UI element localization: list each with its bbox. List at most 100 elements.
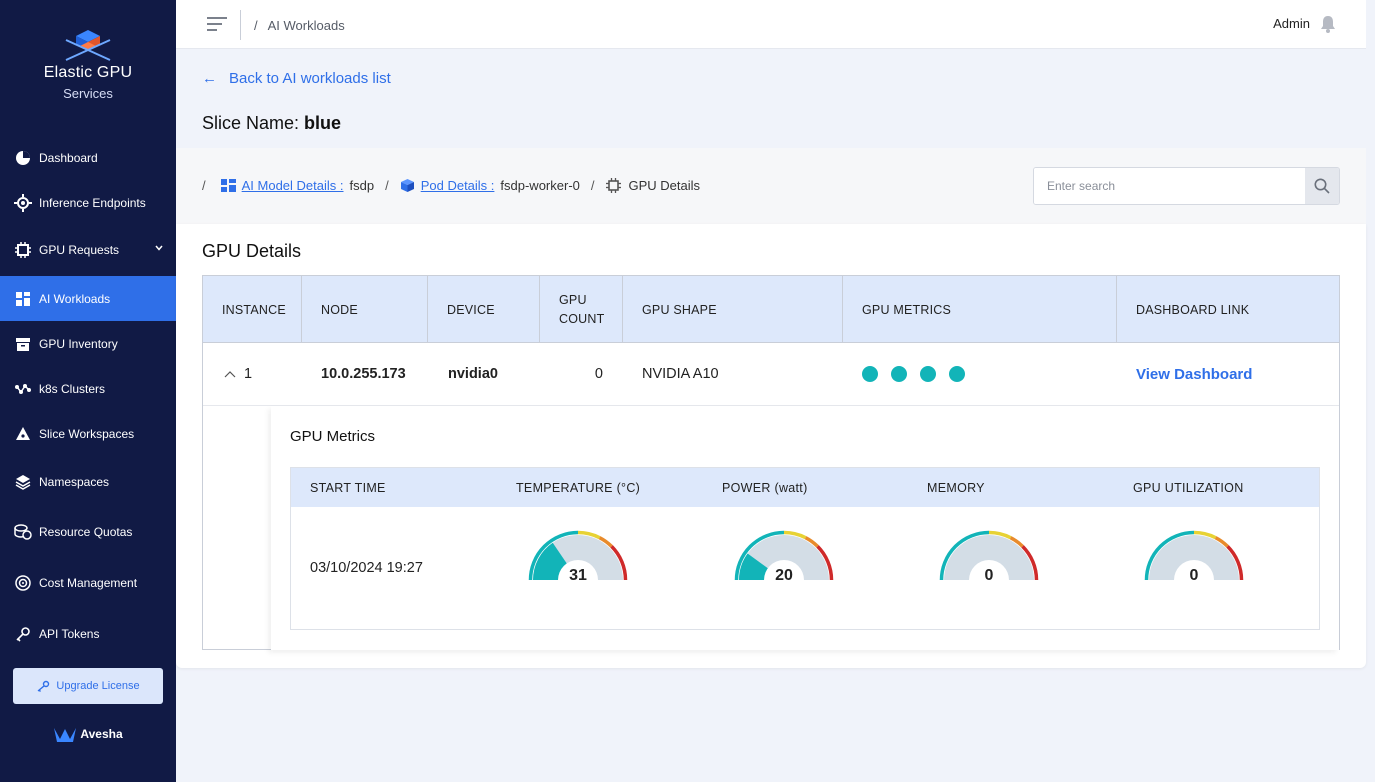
column-header-gpu-metrics: GPU METRICS [843, 276, 1117, 343]
brand: Elastic GPU Services [0, 20, 176, 101]
column-header-node: NODE [302, 276, 428, 343]
search-input[interactable] [1034, 168, 1304, 204]
gpu-count-value: 0 [594, 366, 603, 382]
sidebar-item-k8s-clusters[interactable]: k8s Clusters [0, 366, 176, 411]
column-header-memory: MEMORY [927, 480, 985, 495]
sidebar-item-label: API Tokens [39, 626, 100, 641]
sidebar-item-label: GPU Inventory [39, 336, 118, 351]
metric-dot-temperature [862, 366, 878, 382]
back-link-label: Back to AI workloads list [229, 70, 391, 87]
nodes-icon [14, 380, 32, 398]
back-to-list-link[interactable]: ← Back to AI workloads list [202, 70, 391, 87]
breadcrumb-current: GPU Details [628, 178, 701, 193]
gear-icon [14, 193, 32, 212]
gauge-value: 31 [569, 567, 587, 584]
gauge-value: 20 [775, 567, 793, 584]
metric-dot-memory [920, 366, 936, 382]
slice-name-value: blue [304, 113, 342, 133]
brand-title: Elastic GPU [43, 64, 133, 81]
topbar-divider [240, 10, 241, 40]
slice-name-label: Slice Name: [202, 113, 300, 133]
sidebar-item-label: Slice Workspaces [39, 426, 135, 441]
topbar-breadcrumb: / AI Workloads [254, 18, 345, 33]
expand-row-toggle[interactable]: 1 [224, 343, 252, 405]
model-grid-icon [220, 179, 236, 192]
memory-gauge: 0 [939, 530, 1039, 584]
sidebar-item-label: Cost Management [39, 575, 138, 590]
power-gauge: 20 [734, 530, 834, 584]
brand-subtitle: Services [63, 86, 113, 101]
column-header-gpu-shape: GPU SHAPE [623, 276, 843, 343]
gpu-shape-value: NVIDIA A10 [642, 366, 719, 382]
sidebar-item-gpu-requests[interactable]: GPU Requests [0, 227, 176, 272]
sidebar-item-slice-workspaces[interactable]: Slice Workspaces [0, 411, 176, 456]
device-value: nvidia0 [448, 366, 498, 382]
chevron-down-icon [155, 245, 163, 251]
sidebar: Elastic GPU Services Dashboard Inference… [0, 0, 176, 782]
key-icon [37, 680, 50, 692]
ai-model-details-link[interactable]: AI Model Details : [242, 178, 344, 193]
column-header-start-time: START TIME [310, 480, 386, 495]
sidebar-item-inference-endpoints[interactable]: Inference Endpoints [0, 180, 176, 225]
pod-details-link[interactable]: Pod Details : [421, 178, 495, 193]
pie-chart-icon [14, 149, 32, 167]
node-value: 10.0.255.173 [321, 366, 406, 382]
sidebar-item-namespaces[interactable]: Namespaces [0, 459, 176, 504]
main-content: / AI Workloads Admin ← Back to AI workloa… [176, 0, 1375, 782]
user-name[interactable]: Admin [1273, 16, 1310, 31]
sidebar-item-label: Namespaces [39, 474, 110, 489]
slice-icon [14, 425, 32, 443]
sidebar-item-label: AI Workloads [39, 291, 111, 306]
sidebar-item-label: GPU Requests [39, 242, 120, 257]
metrics-table-header: START TIME TEMPERATURE (°C) POWER (watt)… [291, 468, 1319, 507]
column-header-instance: INSTANCE [203, 276, 302, 343]
sidebar-item-label: Resource Quotas [39, 524, 133, 539]
table-header: INSTANCE NODE DEVICE GPU COUNT GPU SHAPE… [203, 276, 1339, 343]
sidebar-item-cost-management[interactable]: Cost Management [0, 560, 176, 605]
gpu-details-card: GPU Details INSTANCE NODE DEVICE GPU COU… [176, 224, 1366, 668]
instance-value: 1 [244, 366, 253, 382]
gauge-value: 0 [985, 567, 994, 584]
gauge-value: 0 [1190, 567, 1199, 584]
start-time-cell: 03/10/2024 19:27 [310, 507, 423, 629]
key-icon [14, 625, 32, 643]
topbar-breadcrumb-label[interactable]: AI Workloads [268, 18, 345, 33]
sidebar-item-label: Inference Endpoints [39, 195, 146, 210]
metric-dot-gpu-utilization [949, 366, 965, 382]
pod-cube-icon [400, 179, 414, 192]
temperature-gauge: 31 [528, 530, 628, 584]
sidebar-item-gpu-inventory[interactable]: GPU Inventory [0, 321, 176, 366]
sidebar-item-ai-workloads[interactable]: AI Workloads [0, 276, 176, 321]
sidebar-item-api-tokens[interactable]: API Tokens [0, 611, 176, 656]
pod-details-value: fsdp-worker-0 [500, 178, 580, 193]
metric-dot-power [891, 366, 907, 382]
gpu-metrics-title: GPU Metrics [290, 428, 376, 445]
upgrade-license-label: Upgrade License [56, 680, 140, 692]
avesha-label: Avesha [80, 727, 123, 741]
search-button[interactable] [1305, 168, 1339, 204]
gpu-metrics-dots[interactable] [862, 343, 978, 405]
column-header-gpu-count: GPU COUNT [540, 276, 623, 343]
sidebar-item-label: k8s Clusters [39, 381, 106, 396]
sidebar-item-dashboard[interactable]: Dashboard [0, 135, 176, 180]
gpu-metrics-table: START TIME TEMPERATURE (°C) POWER (watt)… [290, 467, 1320, 630]
topbar: / AI Workloads Admin [176, 0, 1366, 49]
slice-name-heading: Slice Name: blue [202, 113, 341, 134]
start-time-value: 03/10/2024 19:27 [310, 560, 423, 576]
column-header-gpu-utilization: GPU UTILIZATION [1133, 480, 1244, 495]
upgrade-license-button[interactable]: Upgrade License [13, 668, 163, 704]
ai-model-details-value: fsdp [349, 178, 375, 193]
bell-icon[interactable] [1320, 15, 1336, 33]
column-header-temperature: TEMPERATURE (°C) [516, 480, 641, 495]
grid-icon [14, 290, 32, 308]
gpu-metrics-panel: GPU Metrics START TIME TEMPERATURE (°C) … [271, 406, 1339, 650]
avesha-crown-icon [54, 728, 77, 742]
view-dashboard-link[interactable]: View Dashboard [1136, 343, 1252, 405]
coins-icon [14, 523, 32, 541]
chevron-up-icon [224, 371, 236, 378]
gpu-chip-icon [605, 178, 621, 193]
avesha-logo: Avesha [0, 725, 176, 743]
sidebar-item-resource-quotas[interactable]: Resource Quotas [0, 509, 176, 554]
menu-toggle-icon[interactable] [206, 15, 228, 33]
column-header-dashboard-link: DASHBOARD LINK [1136, 302, 1250, 317]
